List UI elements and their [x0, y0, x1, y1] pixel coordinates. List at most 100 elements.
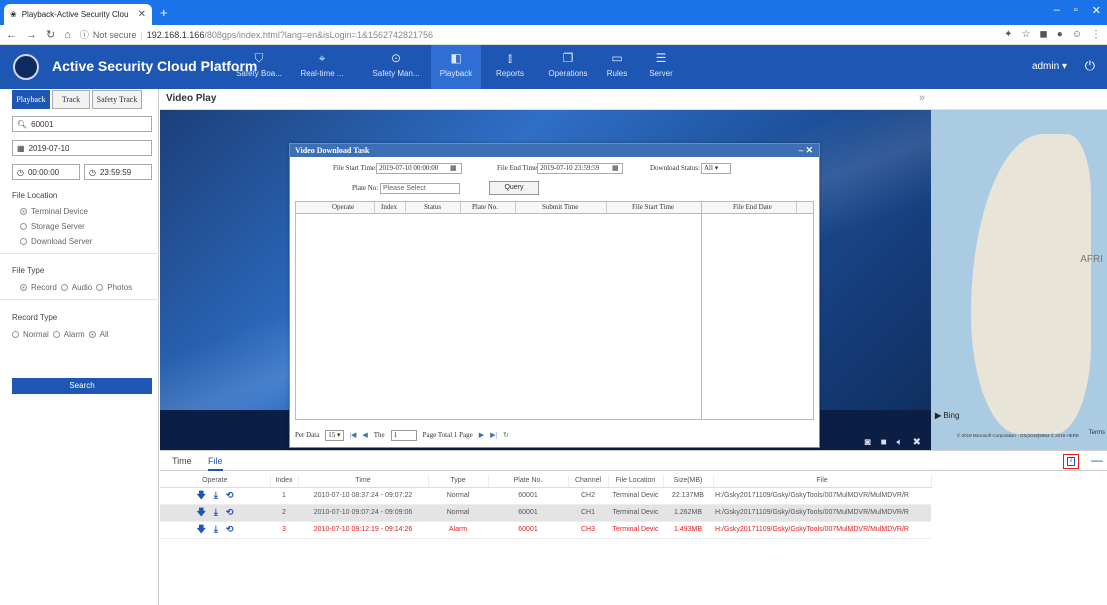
- search-button[interactable]: Search: [12, 378, 152, 394]
- radio-alarm[interactable]: [52, 331, 60, 338]
- profile-icon[interactable]: ☺: [1072, 29, 1082, 40]
- reload-icon[interactable]: ↻: [46, 28, 55, 41]
- nav-playback[interactable]: ◧ Playback: [431, 45, 481, 89]
- volume-icon[interactable]: 🔈︎: [897, 437, 903, 448]
- cell-channel: CH3: [568, 521, 608, 539]
- table-row[interactable]: 🡇 ⤓ ⟲ 3 2010-07-10 09:12:19 - 09:14:26 Ala…: [160, 521, 931, 539]
- start-time-field[interactable]: ◷ 00:00:00: [12, 164, 80, 180]
- close-icon[interactable]: ✕: [805, 145, 813, 155]
- download-to-server-icon[interactable]: ⤓: [214, 524, 218, 534]
- row-operations: 🡇 ⤓ ⟲: [160, 521, 270, 539]
- query-button[interactable]: Query: [489, 181, 539, 195]
- radio-audio[interactable]: [60, 284, 68, 291]
- browser-tab[interactable]: ❀ Playback-Active Security Clou ✕: [4, 4, 152, 25]
- menu-dots-icon[interactable]: ⋮: [1091, 29, 1101, 40]
- maximize-icon[interactable]: ▫: [1074, 4, 1078, 17]
- divider: [0, 299, 159, 300]
- download-to-server-icon[interactable]: ⤓: [214, 490, 218, 500]
- nav-server[interactable]: ☰ Server: [636, 50, 686, 78]
- nav-rules[interactable]: ▭ Rules: [592, 50, 642, 78]
- page-input[interactable]: 1: [390, 429, 417, 441]
- snapshot-icon[interactable]: ◙: [865, 437, 871, 448]
- radio-record[interactable]: [20, 284, 27, 291]
- radio-label: All: [99, 330, 109, 339]
- download-icon[interactable]: 🡇: [197, 507, 206, 517]
- tab-file[interactable]: File: [208, 456, 223, 471]
- device-search-input[interactable]: 🔍︎ 60001: [12, 116, 152, 132]
- radio-normal[interactable]: [12, 331, 19, 338]
- play-icon[interactable]: ⟲: [226, 490, 234, 500]
- radio-all[interactable]: [88, 331, 96, 338]
- bookmark-star-icon[interactable]: ☆: [1021, 29, 1030, 40]
- tab-safety-track[interactable]: Safety Track: [92, 90, 142, 109]
- download-task-button[interactable]: ⇩: [1063, 454, 1079, 469]
- play-icon[interactable]: ⟲: [226, 524, 234, 534]
- extension-icon[interactable]: ◼: [1039, 29, 1047, 40]
- radio-storage-server[interactable]: Storage Server: [20, 222, 85, 231]
- prev-page-icon[interactable]: ◀: [362, 431, 367, 439]
- file-end-label: File End Time:: [497, 164, 540, 172]
- download-to-server-icon[interactable]: ⤓: [214, 507, 218, 517]
- collapse-chevron-icon[interactable]: »: [919, 92, 925, 104]
- radio-photos[interactable]: [96, 284, 104, 291]
- tab-track[interactable]: Track: [52, 90, 90, 109]
- chevron-down-icon: ▾: [714, 164, 719, 172]
- play-icon[interactable]: ⟲: [226, 507, 234, 517]
- new-tab-icon[interactable]: +: [160, 5, 168, 20]
- first-page-icon[interactable]: |◀: [350, 431, 357, 439]
- plate-select[interactable]: Please Select: [380, 183, 460, 194]
- nav-reports[interactable]: ⫾ Reports: [485, 50, 535, 78]
- extension-icon[interactable]: ✦: [1004, 29, 1012, 40]
- refresh-icon[interactable]: ↻: [503, 431, 509, 439]
- nav-real-time[interactable]: ⌖ Real-time ...: [297, 50, 347, 78]
- cell-type: Alarm: [428, 521, 488, 539]
- stop-icon[interactable]: ■: [881, 437, 887, 448]
- minimize-icon[interactable]: –: [1054, 4, 1060, 17]
- last-page-icon[interactable]: ▶|: [490, 431, 497, 439]
- collapse-icon[interactable]: —: [1091, 453, 1103, 467]
- nav-safety-board[interactable]: ⛉ Safety Boa...: [234, 50, 284, 78]
- close-icon[interactable]: ✕: [138, 9, 146, 20]
- map-terms-link[interactable]: Terms: [1089, 430, 1105, 436]
- extension-icon[interactable]: ●: [1057, 29, 1063, 40]
- download-status-select[interactable]: All ▾: [701, 163, 731, 174]
- nav-safety-management[interactable]: ⊙ Safety Man...: [371, 50, 421, 78]
- tab-time[interactable]: Time: [172, 456, 192, 466]
- home-icon[interactable]: ⌂: [64, 29, 71, 41]
- col-divider: [405, 202, 406, 214]
- cell-file: H:/Gsky20171109/Gsky/GskyTools/007MulMDV…: [713, 487, 931, 505]
- download-icon[interactable]: 🡇: [197, 490, 206, 500]
- radio-download-server[interactable]: Download Server: [20, 237, 92, 246]
- table-row[interactable]: 🡇 ⤓ ⟲ 2 2010-07-10 09:07:24 - 09:09:06 Nor…: [160, 504, 931, 522]
- plate-label: Plate No:: [352, 184, 379, 192]
- download-icon[interactable]: 🡇: [197, 524, 206, 534]
- next-page-icon[interactable]: ▶: [479, 431, 484, 439]
- url-field[interactable]: ⓘ Not secure | 192.168.1.166/808gps/inde…: [80, 28, 995, 41]
- table-row[interactable]: 🡇 ⤓ ⟲ 1 2010-07-10 08:37:24 - 09:07:22 Nor…: [160, 487, 931, 505]
- per-page-select[interactable]: 15 ▾: [325, 429, 344, 441]
- end-time-field[interactable]: ◷ 23:59:59: [84, 164, 152, 180]
- col-time: Time: [298, 475, 429, 488]
- forward-icon[interactable]: →: [26, 29, 37, 41]
- radio-terminal-device[interactable]: Terminal Device: [20, 207, 88, 216]
- tab-playback[interactable]: Playback: [12, 90, 50, 109]
- fullscreen-icon[interactable]: ✖: [913, 437, 921, 448]
- back-icon[interactable]: ←: [6, 29, 17, 41]
- video-panel-title: Video Play: [166, 93, 217, 104]
- date-field[interactable]: ▦ 2019-07-10: [12, 140, 152, 156]
- window-close-icon[interactable]: ✕: [1092, 4, 1101, 17]
- dialog-title-bar[interactable]: Video Download Task – ✕: [290, 144, 819, 157]
- radio-label: Photos: [107, 283, 133, 292]
- minimize-icon[interactable]: –: [799, 145, 804, 155]
- file-end-input[interactable]: 2019-07-10 23:59:59: [537, 163, 623, 174]
- calendar-icon[interactable]: ▦: [612, 164, 619, 172]
- bar-chart-icon: ⫾: [508, 51, 512, 65]
- cell-location: Terminal Devic: [608, 487, 663, 505]
- map-panel[interactable]: AFRI ▶ Bing Terms © 2019 Microsoft Corpo…: [931, 89, 1107, 450]
- calendar-icon[interactable]: ▦: [450, 164, 457, 172]
- nav-operations[interactable]: ❐ Operations: [543, 50, 593, 78]
- user-menu[interactable]: admin ▾: [1032, 61, 1067, 72]
- logout-icon[interactable]: ⏻: [1085, 58, 1095, 74]
- security-status: Not secure: [92, 29, 137, 40]
- table-header: Operate Index Time Type Plate No. Channe…: [160, 475, 932, 488]
